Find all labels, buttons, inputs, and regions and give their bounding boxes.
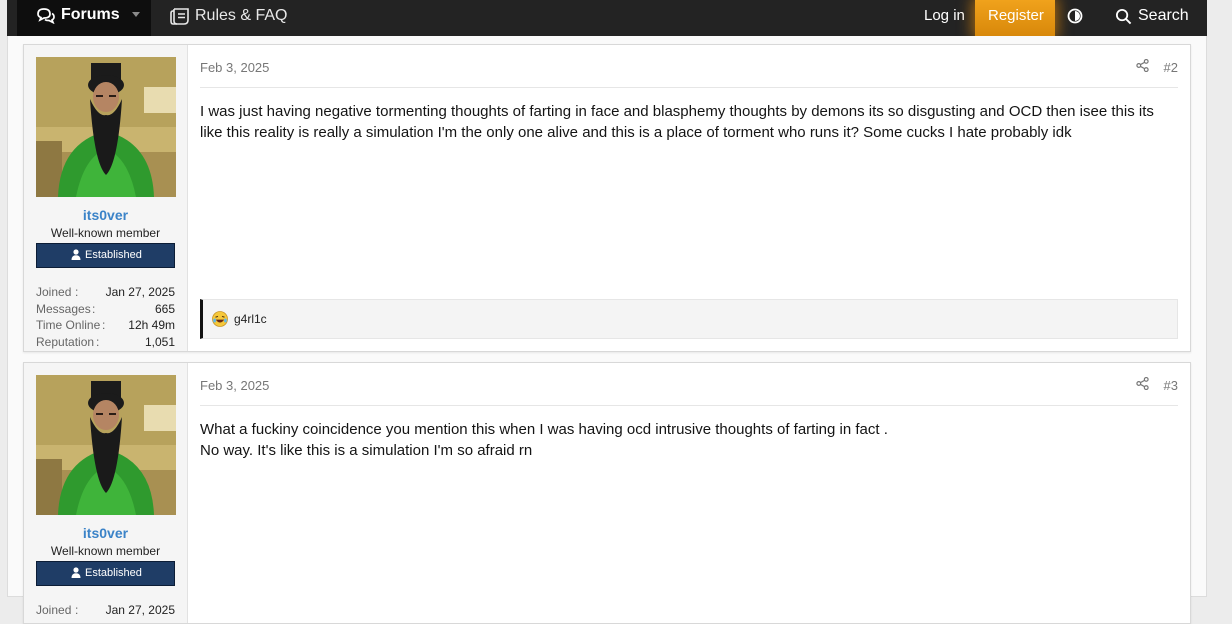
user-banner: Established <box>36 243 175 268</box>
nav-tab-forums[interactable]: Forums <box>17 0 151 36</box>
register-label: Register <box>988 7 1044 24</box>
stat-colon: : <box>75 603 79 617</box>
stat-value: Jan 27, 2025 <box>105 285 175 299</box>
rules-label: Rules & FAQ <box>195 7 288 24</box>
stat-messages: Messages: 665 <box>36 302 175 319</box>
login-link[interactable]: Log in <box>924 7 965 24</box>
forums-icon <box>37 8 55 24</box>
user-title: Well-known member <box>50 544 161 558</box>
reaction-users[interactable]: g4rl1c <box>234 312 267 326</box>
user-banner: Established <box>36 561 175 586</box>
stat-label: Reputation <box>36 334 95 349</box>
user-icon <box>71 249 81 260</box>
message-body: I was just having negative tormenting th… <box>200 101 1178 143</box>
message-header: Feb 3, 2025 #2 <box>200 59 1178 88</box>
stat-time-online: Time Online: 12h 49m <box>36 318 175 335</box>
stat-value: 1,051 <box>144 334 175 349</box>
post-user-cell: its0ver Well-known member Established Jo… <box>24 45 188 351</box>
stat-value[interactable]: 665 <box>155 302 175 316</box>
banner-label: Established <box>85 249 142 261</box>
avatar[interactable] <box>36 57 176 197</box>
message-text: What a fuckiny coincidence you mention t… <box>200 421 888 438</box>
theme-toggle-icon[interactable] <box>1067 8 1083 24</box>
banner-label: Established <box>85 567 142 579</box>
user-stats: Joined: Jan 27, 2025 <box>36 603 175 620</box>
username[interactable]: its0ver <box>24 207 187 223</box>
message-text: I was just having negative tormenting th… <box>200 103 1154 141</box>
laughing-emoji-icon <box>212 311 228 327</box>
post: its0ver Well-known member Established Jo… <box>23 44 1191 352</box>
user-title: Well-known member <box>50 226 161 240</box>
stat-value: Jan 27, 2025 <box>105 603 175 617</box>
stat-colon: : <box>96 334 100 349</box>
post-date[interactable]: Feb 3, 2025 <box>200 60 269 75</box>
share-icon[interactable] <box>1136 59 1149 72</box>
post-number[interactable]: #2 <box>1164 60 1178 75</box>
stat-colon: : <box>75 285 79 299</box>
stat-joined: Joined: Jan 27, 2025 <box>36 285 175 302</box>
post-user-cell: its0ver Well-known member Established Jo… <box>24 363 188 623</box>
search-label: Search <box>1138 7 1189 24</box>
forums-label: Forums <box>61 6 120 23</box>
stat-label: Time Online <box>36 318 101 332</box>
chevron-down-icon[interactable] <box>132 12 140 17</box>
stat-label: Joined <box>36 603 72 617</box>
share-icon[interactable] <box>1136 377 1149 390</box>
stat-colon: : <box>102 318 106 332</box>
stat-joined: Joined: Jan 27, 2025 <box>36 603 175 620</box>
register-button[interactable]: Register <box>975 0 1055 36</box>
user-icon <box>71 567 81 578</box>
message-header: Feb 3, 2025 #3 <box>200 377 1178 406</box>
stat-label: Messages <box>36 301 91 316</box>
book-icon <box>170 8 189 25</box>
stat-colon: : <box>92 301 96 316</box>
search-icon <box>1115 8 1132 25</box>
avatar[interactable] <box>36 375 176 515</box>
avatar-image <box>36 375 176 515</box>
username[interactable]: its0ver <box>24 525 187 541</box>
reactions-bar: g4rl1c <box>200 299 1178 339</box>
post-number[interactable]: #3 <box>1164 378 1178 393</box>
post-date[interactable]: Feb 3, 2025 <box>200 378 269 393</box>
top-navigation: Forums Rules & FAQ Log in Register Searc… <box>7 0 1207 36</box>
stat-label: Joined <box>36 285 72 299</box>
stat-reputation: Reputation: 1,051 <box>36 335 175 352</box>
avatar-image <box>36 57 176 197</box>
message-text: No way. It's like this is a simulation I… <box>200 442 533 459</box>
stat-value: 12h 49m <box>128 318 175 332</box>
message-body: What a fuckiny coincidence you mention t… <box>200 419 1178 461</box>
user-stats: Joined: Jan 27, 2025 Messages: 665 Time On… <box>36 285 175 351</box>
post: its0ver Well-known member Established Jo… <box>23 362 1191 624</box>
